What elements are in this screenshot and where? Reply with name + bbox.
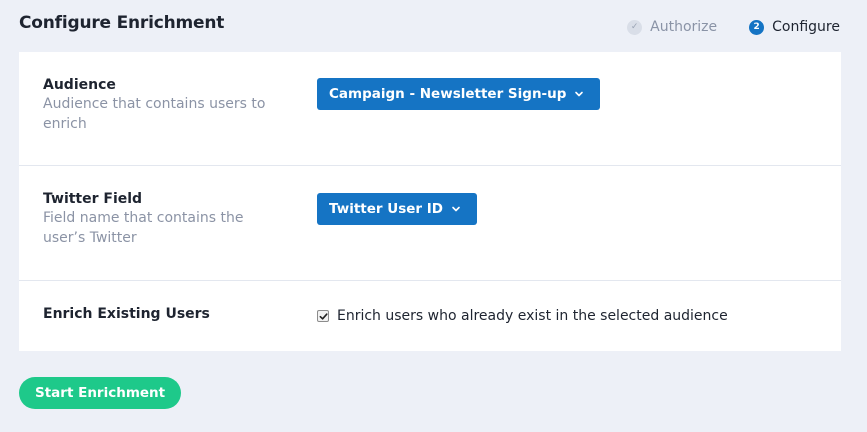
- checkmark-icon: [319, 312, 328, 320]
- page-title: Configure Enrichment: [19, 13, 225, 33]
- configuration-card: Audience Audience that contains users to…: [19, 52, 841, 351]
- twitter-field-dropdown[interactable]: Twitter User ID: [317, 193, 477, 225]
- audience-dropdown[interactable]: Campaign - Newsletter Sign-up: [317, 78, 601, 110]
- twitter-field-label: Twitter Field: [43, 191, 143, 207]
- enrich-existing-checkbox[interactable]: [317, 310, 329, 322]
- audience-dropdown-value: Campaign - Newsletter Sign-up: [329, 86, 567, 102]
- start-enrichment-button[interactable]: Start Enrichment: [19, 377, 182, 409]
- audience-label: Audience: [43, 77, 116, 93]
- twitter-field-help-text: Field name that contains the user’s Twit…: [43, 210, 244, 246]
- twitter-field-dropdown-value: Twitter User ID: [329, 201, 443, 217]
- audience-row: Audience Audience that contains users to…: [19, 52, 841, 166]
- step-authorize[interactable]: ✓ Authorize: [627, 19, 717, 35]
- step-number-badge: 2: [749, 19, 765, 35]
- step-label-configure: Configure: [772, 19, 840, 35]
- enrich-existing-row: Enrich Existing Users Enrich users who a…: [19, 281, 841, 351]
- audience-help-text: Audience that contains users to enrich: [43, 96, 266, 132]
- page: Configure Enrichment ✓ Authorize 2 Confi…: [0, 0, 867, 432]
- step-configure[interactable]: 2 Configure: [749, 19, 840, 35]
- enrich-existing-checkbox-label: Enrich users who already exist in the se…: [337, 308, 728, 324]
- wizard-steps: ✓ Authorize 2 Configure: [627, 19, 840, 35]
- enrich-existing-checkbox-field[interactable]: Enrich users who already exist in the se…: [317, 308, 728, 324]
- enrich-existing-label: Enrich Existing Users: [43, 306, 210, 322]
- chevron-down-icon: [452, 206, 460, 212]
- step-label-authorize: Authorize: [650, 19, 718, 35]
- check-icon: ✓: [627, 19, 643, 35]
- chevron-down-icon: [575, 91, 584, 97]
- twitter-field-row: Twitter Field Field name that contains t…: [19, 166, 841, 281]
